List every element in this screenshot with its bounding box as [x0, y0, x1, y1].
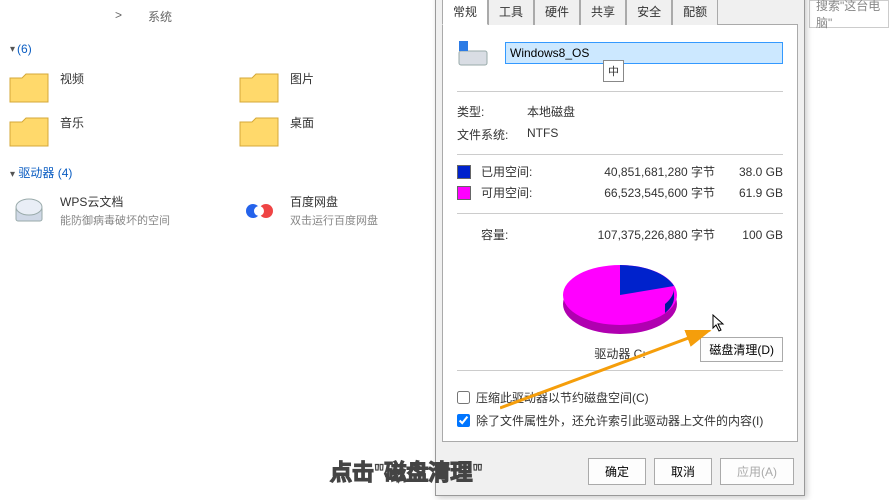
cloud-drive-icon [8, 193, 50, 229]
type-label: 类型: [457, 103, 513, 120]
path-separator: > [115, 8, 122, 22]
compress-checkbox[interactable]: 压缩此驱动器以节约磁盘空间(C) [457, 389, 783, 406]
folder-icon [238, 114, 280, 150]
folder-icon [8, 70, 50, 106]
divider [457, 370, 783, 371]
cancel-button[interactable]: 取消 [654, 458, 712, 485]
tab-general-panel: 类型: 本地磁盘 文件系统: NTFS 已用空间: 40,851,681,280 字… [442, 24, 798, 442]
drive-label: WPS云文档 [60, 193, 170, 210]
compress-checkbox-label: 压缩此驱动器以节约磁盘空间(C) [476, 389, 649, 406]
tab-quota[interactable]: 配额 [672, 0, 718, 25]
drive-label: 百度网盘 [290, 193, 378, 210]
folder-item-music[interactable]: 音乐 [4, 110, 204, 154]
dialog-button-row: 确定 取消 应用(A) [436, 448, 804, 495]
dialog-tabs: 常规 工具 硬件 共享 安全 配额 [436, 0, 804, 24]
drive-item-wps[interactable]: WPS云文档 能防御病毒破坏的空间 [4, 189, 204, 233]
toolbar-system-text: 系统 [148, 8, 172, 25]
folders-count: (6) [17, 42, 32, 56]
collapse-arrow-icon: ▾ [10, 44, 15, 55]
capacity-gb: 100 GB [725, 228, 783, 242]
folder-label: 桌面 [290, 114, 314, 131]
tab-tools[interactable]: 工具 [488, 0, 534, 25]
folder-icon [8, 114, 50, 150]
hard-drive-icon [457, 37, 489, 69]
usage-table: 已用空间: 40,851,681,280 字节 38.0 GB 可用空间: 66… [457, 163, 783, 243]
drives-header-text: 驱动器 (4) [18, 166, 72, 180]
tab-general[interactable]: 常规 [442, 0, 488, 25]
folder-icon [238, 70, 280, 106]
drive-sublabel: 能防御病毒破坏的空间 [60, 212, 170, 228]
divider [457, 213, 783, 214]
pie-caption: 驱动器 C: [594, 345, 645, 362]
free-gb: 61.9 GB [725, 186, 783, 200]
index-checkbox-label: 除了文件属性外，还允许索引此驱动器上文件的内容(I) [476, 412, 763, 429]
divider [457, 91, 783, 92]
index-checkbox[interactable]: 除了文件属性外，还允许索引此驱动器上文件的内容(I) [457, 412, 783, 429]
disk-cleanup-button[interactable]: 磁盘清理(D) [700, 337, 783, 362]
drive-item-baidu[interactable]: 百度网盘 双击运行百度网盘 [234, 189, 434, 233]
capacity-bytes: 107,375,226,880 字节 [561, 226, 715, 243]
used-swatch-icon [457, 165, 471, 179]
type-value: 本地磁盘 [527, 103, 575, 120]
folder-label: 音乐 [60, 114, 84, 131]
drive-name-input[interactable] [505, 42, 783, 64]
folder-label: 图片 [290, 70, 314, 87]
ok-button[interactable]: 确定 [588, 458, 646, 485]
search-placeholder: 搜索"这台电脑" [816, 0, 882, 31]
baidu-netdisk-icon [238, 193, 280, 229]
index-checkbox-input[interactable] [457, 414, 470, 427]
search-input[interactable]: 搜索"这台电脑" [809, 0, 889, 28]
filesystem-value: NTFS [527, 126, 558, 143]
tab-security[interactable]: 安全 [626, 0, 672, 25]
used-bytes: 40,851,681,280 字节 [561, 163, 715, 180]
apply-button[interactable]: 应用(A) [720, 458, 794, 485]
folder-label: 视频 [60, 70, 84, 87]
tab-hardware[interactable]: 硬件 [534, 0, 580, 25]
used-gb: 38.0 GB [725, 165, 783, 179]
tab-sharing[interactable]: 共享 [580, 0, 626, 25]
filesystem-label: 文件系统: [457, 126, 513, 143]
usage-pie-chart: 驱动器 C: 磁盘清理(D) [457, 243, 783, 362]
folder-item-pictures[interactable]: 图片 [234, 66, 434, 110]
folder-item-desktop[interactable]: 桌面 [234, 110, 434, 154]
free-label: 可用空间: [481, 184, 551, 201]
capacity-label: 容量: [481, 226, 551, 243]
collapse-arrow-icon: ▾ [10, 169, 15, 180]
free-swatch-icon [457, 186, 471, 200]
ime-indicator: 中 [603, 60, 624, 82]
drive-sublabel: 双击运行百度网盘 [290, 212, 378, 228]
compress-checkbox-input[interactable] [457, 391, 470, 404]
folder-item-video[interactable]: 视频 [4, 66, 204, 110]
divider [457, 154, 783, 155]
used-label: 已用空间: [481, 163, 551, 180]
free-bytes: 66,523,545,600 字节 [561, 184, 715, 201]
